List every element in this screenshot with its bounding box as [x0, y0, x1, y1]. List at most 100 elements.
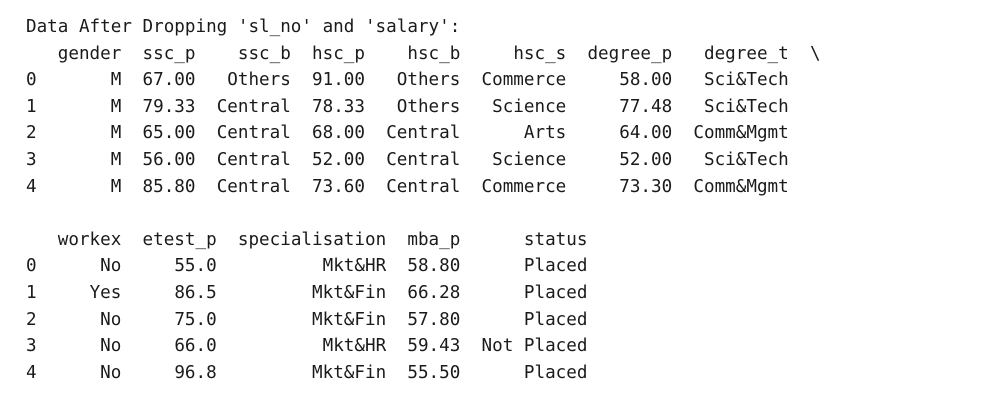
table-cell: Commerce — [481, 70, 567, 91]
table-cell: Placed — [523, 282, 588, 303]
table-cell: Sci&Tech — [704, 70, 789, 91]
output-heading: Data After Dropping 'sl_no' and 'salary'… — [26, 14, 821, 41]
column-header: hsc_s — [513, 43, 567, 64]
table-row: 0 No 55.0 Mkt&HR 58.80 Placed — [26, 253, 821, 280]
table-cell: Mkt&Fin — [312, 282, 387, 303]
column-header: gender — [57, 43, 122, 64]
table-cell: No — [100, 309, 122, 330]
table-cell: 66.28 — [407, 282, 461, 303]
column-header: hsc_p — [312, 43, 365, 64]
table-row: 4 M 85.80 Central 73.60 Central Commerce… — [26, 174, 821, 201]
table-cell: Others — [396, 96, 461, 117]
table-cell: 73.30 — [619, 176, 673, 197]
column-header: status — [523, 229, 588, 250]
table-cell: Commerce — [481, 176, 567, 197]
table-cell: 86.5 — [174, 282, 217, 303]
table-cell: Comm&Mgmt — [693, 123, 789, 144]
table-cell: Placed — [523, 362, 588, 383]
table-cell: Central — [216, 96, 291, 117]
table-row: 1 M 79.33 Central 78.33 Others Science 7… — [26, 94, 821, 121]
table-cell: 55.50 — [407, 362, 461, 383]
table-cell: Comm&Mgmt — [693, 176, 789, 197]
table-cell: 96.8 — [174, 362, 217, 383]
table-row: 2 No 75.0 Mkt&Fin 57.80 Placed — [26, 307, 821, 334]
table-cell: M — [110, 96, 122, 117]
row-index: 0 — [26, 70, 37, 91]
table-cell: 78.33 — [312, 96, 365, 117]
table-cell: Mkt&Fin — [312, 309, 387, 330]
table-cell: Central — [216, 149, 291, 170]
table-cell: No — [100, 256, 122, 277]
column-header: workex — [57, 229, 122, 250]
table-cell: 68.00 — [312, 123, 365, 144]
row-index: 4 — [26, 176, 37, 197]
table-cell: Sci&Tech — [704, 149, 789, 170]
table-cell: Mkt&Fin — [312, 362, 387, 383]
table-cell: 57.80 — [407, 309, 461, 330]
table-cell: 52.00 — [619, 149, 673, 170]
table-row: 0 M 67.00 Others 91.00 Others Commerce 5… — [26, 67, 821, 94]
table-cell: 85.80 — [142, 176, 196, 197]
table-header-row: gender ssc_p ssc_b hsc_p hsc_b hsc_s deg… — [26, 41, 821, 68]
wrap-continuation-mark: \ — [809, 43, 821, 64]
table-cell: 56.00 — [142, 149, 196, 170]
table-cell: Mkt&HR — [322, 256, 387, 277]
table-header-row: workex etest_p specialisation mba_p stat… — [26, 227, 821, 254]
table-row: 3 M 56.00 Central 52.00 Central Science … — [26, 147, 821, 174]
table-cell: 67.00 — [142, 70, 196, 91]
row-index: 3 — [26, 149, 37, 170]
table-row: 2 M 65.00 Central 68.00 Central Arts 64.… — [26, 120, 821, 147]
row-index: 2 — [26, 123, 37, 144]
table-cell: 91.00 — [312, 70, 365, 91]
table-cell: Central — [216, 176, 291, 197]
table-cell: Not Placed — [481, 336, 588, 357]
table-cell: 66.0 — [174, 336, 217, 357]
table-cell: M — [110, 149, 122, 170]
row-index: 1 — [26, 96, 37, 117]
table-cell: 58.80 — [407, 256, 461, 277]
table-row: 4 No 96.8 Mkt&Fin 55.50 Placed — [26, 360, 821, 387]
table-cell: Others — [396, 70, 461, 91]
table-cell: Yes — [89, 282, 122, 303]
table-cell: Central — [386, 149, 461, 170]
table-cell: 64.00 — [619, 123, 673, 144]
column-header: specialisation — [237, 229, 387, 250]
table-cell: 58.00 — [619, 70, 673, 91]
table-cell: Science — [492, 149, 567, 170]
table-cell: No — [100, 336, 122, 357]
table-cell: 79.33 — [142, 96, 196, 117]
table-cell: Central — [386, 176, 461, 197]
row-index: 1 — [26, 282, 37, 303]
table-cell: Sci&Tech — [704, 96, 789, 117]
column-header: degree_t — [704, 43, 789, 64]
table-cell: Placed — [523, 309, 588, 330]
column-header: hsc_b — [407, 43, 461, 64]
row-index: 4 — [26, 362, 37, 383]
table-cell: Arts — [523, 123, 567, 144]
table-cell: 73.60 — [312, 176, 365, 197]
column-header: ssc_p — [142, 43, 196, 64]
column-header: etest_p — [142, 229, 217, 250]
table-cell: 75.0 — [174, 309, 217, 330]
table-cell: Mkt&HR — [322, 336, 387, 357]
table-cell: No — [100, 362, 122, 383]
table-cell: M — [110, 176, 122, 197]
table-cell: 77.48 — [619, 96, 673, 117]
table-cell: Placed — [523, 256, 588, 277]
table-cell: M — [110, 70, 122, 91]
table-cell: 65.00 — [142, 123, 196, 144]
heading-text: Data After Dropping 'sl_no' and 'salary'… — [26, 17, 461, 37]
table-cell: Central — [386, 123, 461, 144]
column-header: mba_p — [407, 229, 461, 250]
table-row: 1 Yes 86.5 Mkt&Fin 66.28 Placed — [26, 280, 821, 307]
row-index: 2 — [26, 309, 37, 330]
row-index: 3 — [26, 336, 37, 357]
table-cell: 59.43 — [407, 336, 461, 357]
table-cell: Central — [216, 123, 291, 144]
table-cell: Science — [492, 96, 567, 117]
table-cell: 52.00 — [312, 149, 365, 170]
row-index: 0 — [26, 256, 37, 277]
table-cell: 55.0 — [174, 256, 217, 277]
table-cell: M — [110, 123, 122, 144]
column-header: degree_p — [587, 43, 673, 64]
